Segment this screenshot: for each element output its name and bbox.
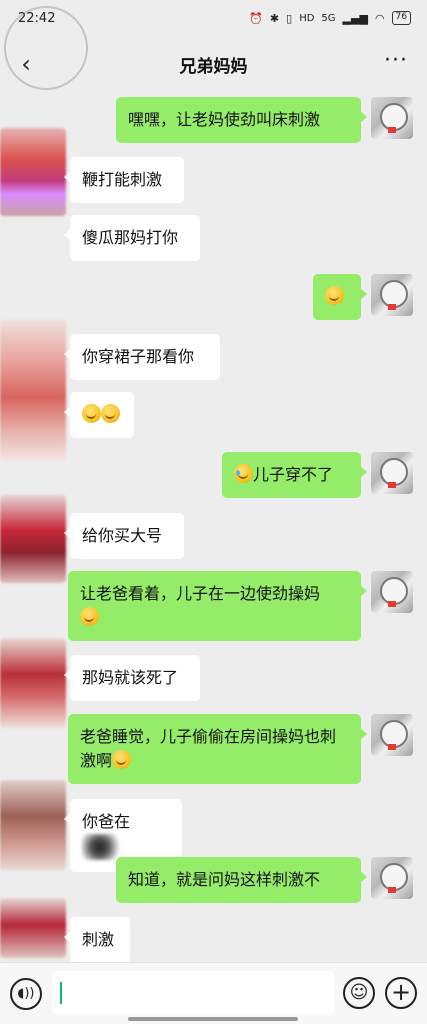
- message-bubble-other[interactable]: 那妈就该死了: [64, 655, 200, 701]
- avatar-self[interactable]: [371, 97, 413, 139]
- plus-button[interactable]: +: [385, 977, 417, 1009]
- chat-title: 兄弟妈妈: [179, 56, 248, 77]
- message-bubble-other[interactable]: 鞭打能刺激: [64, 157, 184, 203]
- message-bubble-self[interactable]: [313, 274, 367, 320]
- voice-button[interactable]: ◖)): [10, 978, 42, 1010]
- message-text: 给你买大号: [82, 526, 163, 545]
- grinning-face-emoji: [80, 607, 99, 626]
- more-button[interactable]: ···: [381, 48, 411, 78]
- message-text: 傻瓜那妈打你: [82, 228, 179, 247]
- avatar-other[interactable]: [0, 898, 66, 958]
- message-text: 你爸在: [82, 812, 131, 831]
- message-text: 刺激: [82, 930, 115, 949]
- status-icons: ⏰ ✱ ▯ HD 5G ▂▄▆ ◠ 76: [249, 11, 411, 25]
- alarm-icon: ⏰: [249, 11, 263, 25]
- avatar-other[interactable]: [0, 780, 66, 870]
- message-text: 鞭打能刺激: [82, 170, 163, 189]
- message-bubble-other[interactable]: 傻瓜那妈打你: [64, 215, 200, 261]
- message-bubble-self[interactable]: 儿子穿不了: [222, 452, 367, 498]
- avatar-self[interactable]: [371, 571, 413, 613]
- avatar-other[interactable]: [0, 495, 66, 583]
- text-cursor: [60, 982, 62, 1004]
- message-input[interactable]: [52, 971, 334, 1015]
- message-text: 嘿嘿，让老妈使劲叫床刺激: [128, 110, 321, 129]
- message-bubble-other[interactable]: 给你买大号: [64, 513, 184, 559]
- back-button[interactable]: ‹: [12, 50, 40, 78]
- input-bar: ◖)) ☺ +: [0, 962, 427, 1024]
- crying-laughing-emoji: [234, 464, 253, 483]
- smile-icon: ☺: [349, 982, 369, 1003]
- wifi-icon: ◠: [374, 11, 385, 25]
- chat-header: ‹ 兄弟妈妈 ···: [0, 40, 427, 88]
- vibrate-icon: ▯: [286, 11, 293, 25]
- home-indicator[interactable]: [128, 1017, 298, 1021]
- message-text: 那妈就该死了: [82, 668, 179, 687]
- status-bar: 22:42 ⏰ ✱ ▯ HD 5G ▂▄▆ ◠ 76: [0, 0, 427, 36]
- bluetooth-icon: ✱: [269, 11, 280, 25]
- message-bubble-other[interactable]: 你穿裙子那看你: [64, 334, 220, 380]
- avatar-other[interactable]: [0, 638, 66, 728]
- grinning-face-emoji: [325, 286, 344, 305]
- message-bubble-other[interactable]: [64, 392, 134, 438]
- message-bubble-other[interactable]: 刺激: [64, 917, 130, 963]
- signal-bars-icon: ▂▄▆: [342, 11, 368, 25]
- message-text: 知道，就是问妈这样刺激不: [128, 870, 321, 889]
- grinning-face-emoji: [82, 404, 101, 423]
- message-text: 儿子穿不了: [253, 465, 334, 484]
- emoji-button[interactable]: ☺: [343, 977, 375, 1009]
- avatar-self[interactable]: [371, 274, 413, 316]
- message-text: 你穿裙子那看你: [82, 347, 195, 366]
- avatar-self[interactable]: [371, 857, 413, 899]
- status-time: 22:42: [18, 10, 56, 26]
- avatar-self[interactable]: [371, 714, 413, 756]
- hd-label: HD: [299, 12, 315, 24]
- grinning-face-emoji: [101, 404, 120, 423]
- chevron-left-icon: ‹: [21, 50, 31, 78]
- message-text: 让老爸看着，儿子在一边使劲操妈: [80, 584, 321, 603]
- avatar-self[interactable]: [371, 452, 413, 494]
- message-bubble-self[interactable]: 让老爸看着，儿子在一边使劲操妈: [68, 571, 367, 641]
- signal-label: 5G: [321, 12, 336, 24]
- message-bubble-self[interactable]: 嘿嘿，让老妈使劲叫床刺激: [116, 97, 367, 143]
- voice-icon: ◖)): [17, 986, 35, 1001]
- message-bubble-self[interactable]: 老爸睡觉，儿子偷偷在房间操妈也刺激啊: [68, 714, 367, 784]
- grinning-face-emoji: [112, 750, 132, 769]
- avatar-other[interactable]: [0, 320, 66, 460]
- message-bubble-self[interactable]: 知道，就是问妈这样刺激不: [116, 857, 367, 903]
- battery-indicator: 76: [391, 11, 411, 25]
- plus-icon: +: [390, 978, 412, 1006]
- avatar-other[interactable]: [0, 128, 66, 216]
